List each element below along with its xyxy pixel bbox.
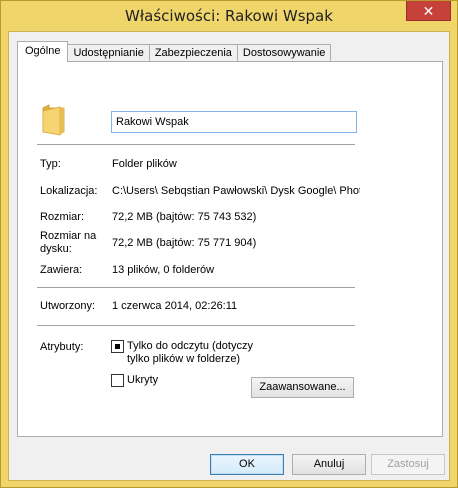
advanced-button[interactable]: Zaawansowane... <box>251 377 354 398</box>
general-panel: Typ: Folder plików Lokalizacja: C:\Users… <box>17 61 443 437</box>
size-value: 72,2 MB (bajtów: 75 743 532) <box>112 211 257 223</box>
readonly-label-line2: tylko plików w folderze) <box>127 353 241 365</box>
attributes-label: Atrybuty: <box>40 341 84 353</box>
location-label: Lokalizacja: <box>40 185 98 197</box>
created-label: Utworzony: <box>40 300 96 312</box>
type-label: Typ: <box>40 158 61 170</box>
size-on-disk-label-line1: Rozmiar na <box>40 230 97 242</box>
tab-general[interactable]: Ogólne <box>17 41 69 62</box>
title-bar[interactable]: Właściwości: Rakowi Wspak ✕ <box>1 1 457 31</box>
type-value: Folder plików <box>112 158 177 170</box>
tab-security[interactable]: Zabezpieczenia <box>148 44 238 62</box>
separator <box>37 325 355 326</box>
hidden-checkbox[interactable] <box>111 374 124 387</box>
properties-window: Właściwości: Rakowi Wspak ✕ Ogólne Udost… <box>0 0 458 488</box>
location-value: C:\Users\ Sebqstian Pawłowski\ Dysk Goog… <box>112 185 360 197</box>
close-button[interactable]: ✕ <box>406 1 451 21</box>
folder-name-input[interactable] <box>111 111 357 133</box>
tab-customize[interactable]: Dostosowywanie <box>236 44 332 62</box>
indeterminate-mark <box>115 344 120 349</box>
size-on-disk-value: 72,2 MB (bajtów: 75 771 904) <box>112 237 257 249</box>
separator <box>37 287 355 288</box>
created-value: 1 czerwca 2014, 02:26:11 <box>112 300 238 312</box>
readonly-label-line1: Tylko do odczytu (dotyczy <box>127 340 253 352</box>
size-on-disk-label-line2: dysku: <box>40 243 72 255</box>
readonly-checkbox[interactable] <box>111 340 124 353</box>
folder-icon <box>42 104 65 136</box>
tab-strip: Ogólne Udostępnianie Zabezpieczenia Dost… <box>17 41 332 62</box>
tab-sharing[interactable]: Udostępnianie <box>67 44 150 62</box>
ok-button[interactable]: OK <box>210 454 284 475</box>
window-title: Właściwości: Rakowi Wspak <box>125 7 333 25</box>
close-icon: ✕ <box>422 3 435 19</box>
dialog-client: Ogólne Udostępnianie Zabezpieczenia Dost… <box>8 31 450 481</box>
separator <box>37 144 355 145</box>
cancel-button[interactable]: Anuluj <box>292 454 366 475</box>
contains-label: Zawiera: <box>40 264 83 276</box>
apply-button[interactable]: Zastosuj <box>371 454 445 475</box>
contains-value: 13 plików, 0 folderów <box>112 264 215 276</box>
hidden-label: Ukryty <box>127 374 159 386</box>
size-label: Rozmiar: <box>40 211 85 223</box>
